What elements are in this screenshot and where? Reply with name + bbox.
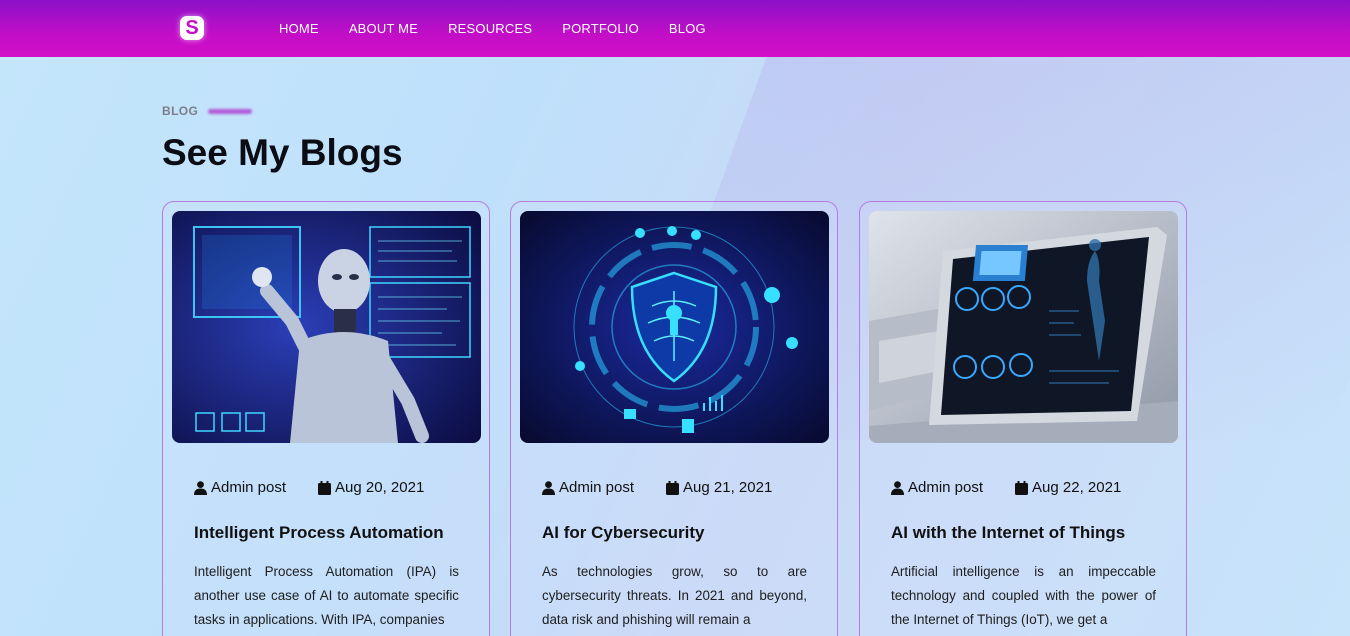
section-eyebrow: BLOG: [162, 104, 253, 118]
logo-icon: S: [180, 16, 204, 40]
medical-tablet-image[interactable]: [869, 211, 1178, 443]
nav-link-blog[interactable]: BLOG: [654, 21, 721, 36]
calendar-icon: [666, 480, 680, 495]
blog-card[interactable]: Admin post Aug 20, 2021 Intelligent Proc…: [162, 201, 490, 636]
date-label: Aug 21, 2021: [683, 479, 773, 496]
navbar: S HOME ABOUT ME RESOURCES PORTFOLIO BLOG: [0, 0, 1350, 57]
nav-link-home[interactable]: HOME: [264, 21, 334, 36]
nav-menu: HOME ABOUT ME RESOURCES PORTFOLIO BLOG: [264, 0, 721, 57]
user-icon: [891, 480, 904, 495]
user-icon: [542, 480, 555, 495]
calendar-icon: [318, 480, 332, 495]
date-label: Aug 20, 2021: [335, 479, 425, 496]
eyebrow-underline: [208, 108, 253, 114]
post-date: Aug 20, 2021: [318, 479, 424, 496]
blog-card[interactable]: Admin post Aug 22, 2021 AI with the Inte…: [859, 201, 1187, 636]
user-icon: [194, 480, 207, 495]
post-author: Admin post: [194, 479, 286, 496]
post-meta: Admin post Aug 22, 2021: [891, 479, 1121, 496]
post-excerpt: As technologies grow, so to are cybersec…: [542, 564, 807, 627]
author-label: Admin post: [908, 479, 984, 496]
blog-card[interactable]: Admin post Aug 21, 2021 AI for Cybersecu…: [510, 201, 838, 636]
site-logo[interactable]: S: [176, 12, 208, 44]
post-title[interactable]: AI for Cybersecurity: [542, 523, 705, 543]
robot-hologram-image[interactable]: [172, 211, 481, 443]
eyebrow-label: BLOG: [162, 104, 199, 118]
post-title[interactable]: Intelligent Process Automation: [194, 523, 444, 543]
post-meta: Admin post Aug 21, 2021: [542, 479, 772, 496]
post-author: Admin post: [542, 479, 634, 496]
page-title: See My Blogs: [162, 132, 403, 173]
cyber-shield-image[interactable]: [520, 211, 829, 443]
nav-link-resources[interactable]: RESOURCES: [433, 21, 547, 36]
calendar-icon: [1015, 480, 1029, 495]
date-label: Aug 22, 2021: [1032, 479, 1122, 496]
post-excerpt: Artificial intelligence is an impeccable…: [891, 564, 1156, 627]
post-title[interactable]: AI with the Internet of Things: [891, 523, 1125, 543]
nav-link-portfolio[interactable]: PORTFOLIO: [547, 21, 654, 36]
author-label: Admin post: [559, 479, 635, 496]
post-author: Admin post: [891, 479, 983, 496]
author-label: Admin post: [211, 479, 287, 496]
post-date: Aug 21, 2021: [666, 479, 772, 496]
post-date: Aug 22, 2021: [1015, 479, 1121, 496]
nav-link-about-me[interactable]: ABOUT ME: [334, 21, 433, 36]
post-excerpt: Intelligent Process Automation (IPA) is …: [194, 564, 459, 627]
post-meta: Admin post Aug 20, 2021: [194, 479, 424, 496]
